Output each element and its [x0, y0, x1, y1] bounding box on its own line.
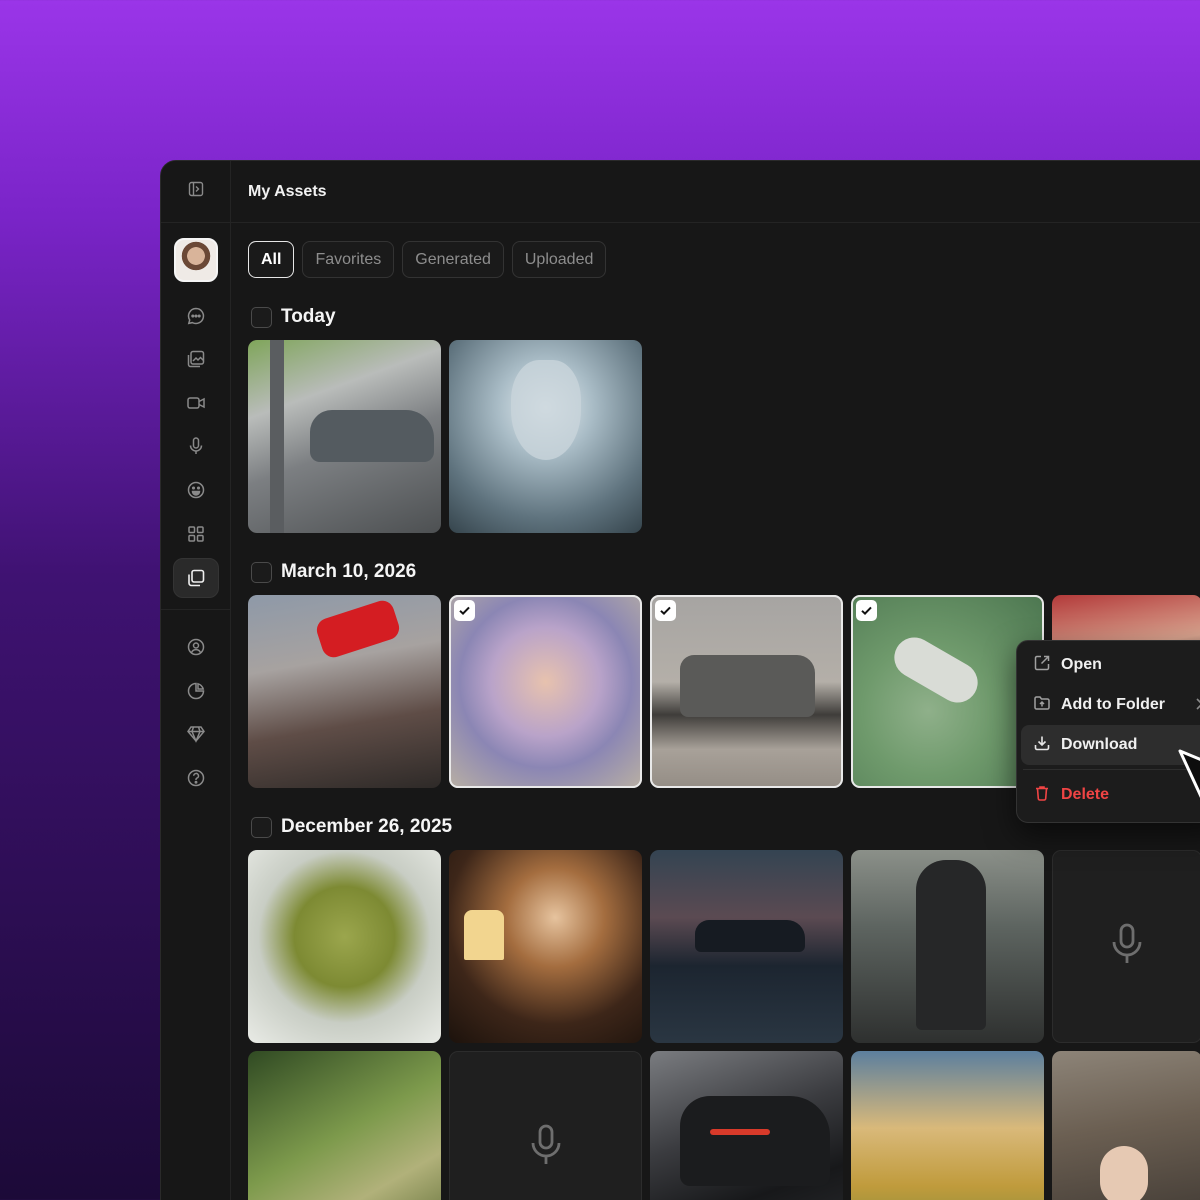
emoji-icon[interactable] [173, 470, 219, 510]
check-icon[interactable] [655, 600, 676, 621]
tab-favorites[interactable]: Favorites [302, 241, 395, 278]
asset-thumbnail[interactable] [248, 850, 441, 1043]
mouse-cursor-icon [1178, 749, 1200, 812]
help-icon[interactable] [173, 758, 219, 798]
filter-tabs: All Favorites Generated Uploaded [248, 241, 607, 278]
tab-uploaded[interactable]: Uploaded [511, 241, 607, 278]
app-window: My Assets All Favorites Generated Upload… [160, 160, 1200, 1200]
section-label: Today [281, 306, 336, 327]
asset-thumbnail[interactable] [248, 1051, 441, 1200]
user-circle-icon[interactable] [173, 627, 219, 667]
sidebar-divider [161, 609, 231, 610]
main-panel: My Assets All Favorites Generated Upload… [231, 161, 1200, 1200]
menu-divider [1023, 769, 1200, 770]
section-checkbox[interactable] [251, 816, 272, 838]
menu-item-open[interactable]: Open [1021, 645, 1200, 685]
download-icon [1033, 734, 1051, 757]
menu-item-label: Add to Folder [1061, 696, 1165, 713]
tab-generated[interactable]: Generated [402, 241, 504, 278]
image-edit-icon[interactable] [173, 339, 219, 379]
section-header-december: December 26, 2025 [251, 816, 452, 838]
asset-thumbnail[interactable] [248, 340, 441, 533]
section-checkbox[interactable] [251, 306, 272, 328]
chat-icon[interactable] [173, 296, 219, 336]
asset-thumbnail[interactable] [449, 340, 642, 533]
grid-icon[interactable] [173, 514, 219, 554]
section-header-march: March 10, 2026 [251, 561, 416, 583]
top-bar: My Assets [231, 161, 1200, 223]
asset-thumbnail-selected[interactable] [650, 595, 843, 788]
check-icon[interactable] [856, 600, 877, 621]
section-header-today: Today [251, 306, 336, 328]
menu-item-label: Delete [1061, 786, 1110, 803]
menu-item-label: Download [1061, 736, 1138, 753]
check-icon[interactable] [454, 600, 475, 621]
asset-thumbnail[interactable] [449, 850, 642, 1043]
diamond-icon[interactable] [173, 714, 219, 754]
folder-upload-icon [1033, 694, 1051, 717]
asset-thumbnail[interactable] [248, 595, 441, 788]
asset-thumbnail[interactable] [650, 1051, 843, 1200]
microphone-icon[interactable] [173, 426, 219, 466]
rail-header [161, 161, 230, 223]
assets-icon[interactable] [173, 558, 219, 598]
asset-thumbnail[interactable] [1052, 1051, 1200, 1200]
trash-icon [1033, 784, 1051, 807]
sidebar [161, 161, 231, 1200]
tab-all[interactable]: All [248, 241, 295, 278]
section-label: December 26, 2025 [281, 816, 453, 837]
menu-item-download[interactable]: Download [1021, 725, 1200, 765]
section-label: March 10, 2026 [281, 561, 417, 582]
microphone-icon [526, 1122, 566, 1173]
avatar[interactable] [174, 238, 218, 282]
pie-chart-icon[interactable] [173, 671, 219, 711]
menu-item-label: Open [1061, 656, 1102, 673]
microphone-icon [1107, 921, 1147, 972]
asset-thumbnail[interactable] [851, 850, 1044, 1043]
chevron-right-icon [1194, 697, 1200, 716]
audio-asset-tile[interactable] [449, 1051, 642, 1200]
page-title: My Assets [248, 182, 327, 200]
asset-thumbnail[interactable] [851, 1051, 1044, 1200]
panel-toggle-icon[interactable] [188, 181, 204, 202]
context-menu: Open Add to Folder Download Delete [1016, 640, 1200, 823]
menu-item-add-to-folder[interactable]: Add to Folder [1021, 685, 1200, 725]
video-icon[interactable] [173, 383, 219, 423]
menu-item-delete[interactable]: Delete [1021, 775, 1200, 815]
section-checkbox[interactable] [251, 561, 272, 583]
asset-thumbnail[interactable] [650, 850, 843, 1043]
asset-thumbnail-selected[interactable] [449, 595, 642, 788]
audio-asset-tile[interactable] [1052, 850, 1200, 1043]
external-link-icon [1033, 654, 1051, 677]
